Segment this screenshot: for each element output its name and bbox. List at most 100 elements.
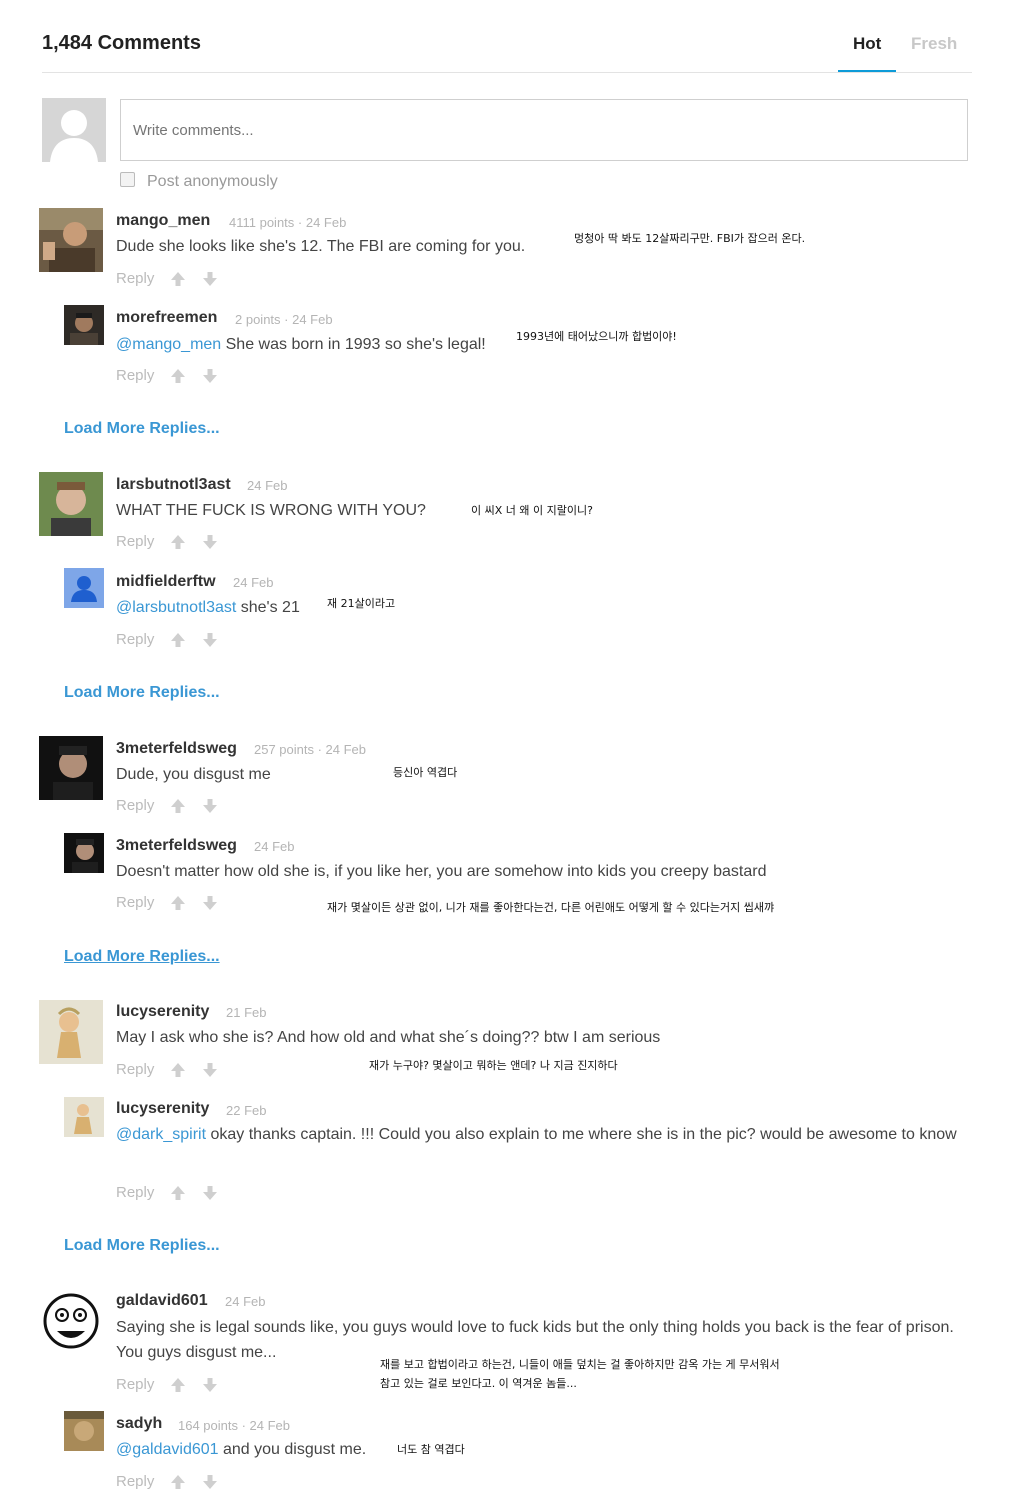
comment-text: May I ask who she is? And how old and wh… xyxy=(116,1029,661,1046)
reply-meta: 24 Feb xyxy=(233,575,274,590)
downvote-arrow-icon[interactable] xyxy=(202,1474,218,1490)
reply-button[interactable]: Reply xyxy=(116,1473,154,1490)
avatar[interactable] xyxy=(64,568,104,608)
reply-meta: 24 Feb xyxy=(254,839,295,854)
reply-actions: Reply xyxy=(116,1184,218,1201)
comment-input[interactable] xyxy=(120,99,968,161)
comment-meta: 24 Feb xyxy=(225,1294,266,1309)
reply-meta: 2 points · 24 Feb xyxy=(235,312,333,327)
translation-annotation: 재가 누구야? 몇살이고 뭐하는 앤데? 나 지금 진지하다 xyxy=(369,1059,618,1072)
upvote-arrow-icon[interactable] xyxy=(170,271,186,287)
comment-username[interactable]: larsbutnotl3ast xyxy=(116,476,231,494)
upvote-arrow-icon[interactable] xyxy=(170,895,186,911)
comment-username[interactable]: 3meterfeldsweg xyxy=(116,740,237,758)
downvote-arrow-icon[interactable] xyxy=(202,1377,218,1393)
tab-fresh[interactable]: Fresh xyxy=(911,34,957,54)
avatar[interactable] xyxy=(64,1097,104,1137)
mention-link[interactable]: @larsbutnotl3ast xyxy=(116,599,236,616)
upvote-arrow-icon[interactable] xyxy=(170,1474,186,1490)
reply-username[interactable]: morefreemen xyxy=(116,309,217,327)
upvote-arrow-icon[interactable] xyxy=(170,1062,186,1078)
reply-actions: Reply xyxy=(116,270,218,287)
comment-username[interactable]: galdavid601 xyxy=(116,1292,208,1310)
reply-button[interactable]: Reply xyxy=(116,1184,154,1201)
avatar[interactable] xyxy=(39,208,103,272)
downvote-arrow-icon[interactable] xyxy=(202,895,218,911)
translation-annotation: 멍청아 딱 봐도 12살짜리구만. FBI가 잡으러 온다. xyxy=(574,232,806,245)
reply-meta: 164 points · 24 Feb xyxy=(178,1418,291,1433)
reply-username[interactable]: lucyserenity xyxy=(116,1100,209,1118)
downvote-arrow-icon[interactable] xyxy=(202,798,218,814)
avatar[interactable] xyxy=(64,1411,104,1451)
reply-button[interactable]: Reply xyxy=(116,631,154,648)
reply-username[interactable]: sadyh xyxy=(116,1415,162,1433)
reply-text: @larsbutnotl3ast she's 21 xyxy=(116,599,300,616)
translation-annotation: 재 21살이라고 xyxy=(327,597,396,610)
downvote-arrow-icon[interactable] xyxy=(202,1185,218,1201)
comment-meta: 257 points · 24 Feb xyxy=(254,742,367,757)
comment-meta: 24 Feb xyxy=(247,478,288,493)
reply-actions: Reply xyxy=(116,1061,218,1078)
mention-link[interactable]: @dark_spirit xyxy=(116,1126,206,1143)
upvote-arrow-icon[interactable] xyxy=(170,1185,186,1201)
upvote-arrow-icon[interactable] xyxy=(170,798,186,814)
reply-button[interactable]: Reply xyxy=(116,367,154,384)
downvote-arrow-icon[interactable] xyxy=(202,632,218,648)
reply-button[interactable]: Reply xyxy=(116,894,154,911)
upvote-arrow-icon[interactable] xyxy=(170,368,186,384)
upvote-arrow-icon[interactable] xyxy=(170,1377,186,1393)
mention-link[interactable]: @galdavid601 xyxy=(116,1441,219,1458)
translation-annotation: 재가 몇살이든 상관 없이, 니가 재를 좋아한다는건, 다른 어린애도 어떻게… xyxy=(327,901,775,914)
reply-actions: Reply xyxy=(116,631,218,648)
reply-button[interactable]: Reply xyxy=(116,797,154,814)
avatar[interactable] xyxy=(39,472,103,536)
reply-button[interactable]: Reply xyxy=(116,1376,154,1393)
user-placeholder-icon xyxy=(42,98,106,162)
downvote-arrow-icon[interactable] xyxy=(202,271,218,287)
load-more-replies-link[interactable]: Load More Replies... xyxy=(64,684,220,702)
reply-button[interactable]: Reply xyxy=(116,1061,154,1078)
upvote-arrow-icon[interactable] xyxy=(170,534,186,550)
avatar[interactable] xyxy=(64,305,104,345)
translation-annotation: 등신아 역겹다 xyxy=(393,766,458,779)
translation-annotation: 이 씨X 너 왜 이 지랄이니? xyxy=(471,504,593,517)
tab-hot[interactable]: Hot xyxy=(853,34,881,54)
comment-username[interactable]: lucyserenity xyxy=(116,1003,209,1021)
load-more-replies-link[interactable]: Load More Replies... xyxy=(64,1237,220,1255)
reply-meta: 22 Feb xyxy=(226,1103,267,1118)
avatar[interactable] xyxy=(39,736,103,800)
comment-username[interactable]: mango_men xyxy=(116,212,210,230)
upvote-arrow-icon[interactable] xyxy=(170,632,186,648)
avatar[interactable] xyxy=(39,1289,103,1353)
load-more-replies-link[interactable]: Load More Replies... xyxy=(64,420,220,438)
translation-annotation: 1993년에 태어났으니까 합법이야! xyxy=(516,330,677,343)
reply-button[interactable]: Reply xyxy=(116,270,154,287)
downvote-arrow-icon[interactable] xyxy=(202,1062,218,1078)
reply-text: Doesn't matter how old she is, if you li… xyxy=(116,863,767,880)
header-divider xyxy=(42,72,972,73)
comment-text: Dude, you disgust me xyxy=(116,766,271,783)
reply-button[interactable]: Reply xyxy=(116,533,154,550)
downvote-arrow-icon[interactable] xyxy=(202,368,218,384)
avatar[interactable] xyxy=(39,1000,103,1064)
reply-actions: Reply xyxy=(116,797,218,814)
load-more-replies-link[interactable]: Load More Replies... xyxy=(64,948,220,966)
reply-text: @dark_spirit okay thanks captain. !!! Co… xyxy=(116,1126,957,1143)
comment-meta: 4111 points · 24 Feb xyxy=(229,215,347,230)
reply-actions: Reply xyxy=(116,1376,218,1393)
translation-annotation: 너도 참 역겹다 xyxy=(397,1443,465,1456)
avatar[interactable] xyxy=(64,833,104,873)
downvote-arrow-icon[interactable] xyxy=(202,534,218,550)
reply-username[interactable]: 3meterfeldsweg xyxy=(116,837,237,855)
reply-username[interactable]: midfielderftw xyxy=(116,573,216,591)
checkbox-icon[interactable] xyxy=(120,172,135,187)
comment-text: Dude she looks like she's 12. The FBI ar… xyxy=(116,238,526,255)
comments-count-title: 1,484 Comments xyxy=(42,32,201,54)
comment-meta: 21 Feb xyxy=(226,1005,267,1020)
translation-annotation: 재를 보고 합법이라고 하는건, 니들이 애들 덮치는 걸 좋아하지만 감옥 가… xyxy=(380,1358,780,1390)
reply-actions: Reply xyxy=(116,1473,218,1490)
post-anonymously-label: Post anonymously xyxy=(147,173,278,190)
mention-link[interactable]: @mango_men xyxy=(116,336,221,353)
reply-actions: Reply xyxy=(116,894,218,911)
comment-text: WHAT THE FUCK IS WRONG WITH YOU? xyxy=(116,502,426,519)
